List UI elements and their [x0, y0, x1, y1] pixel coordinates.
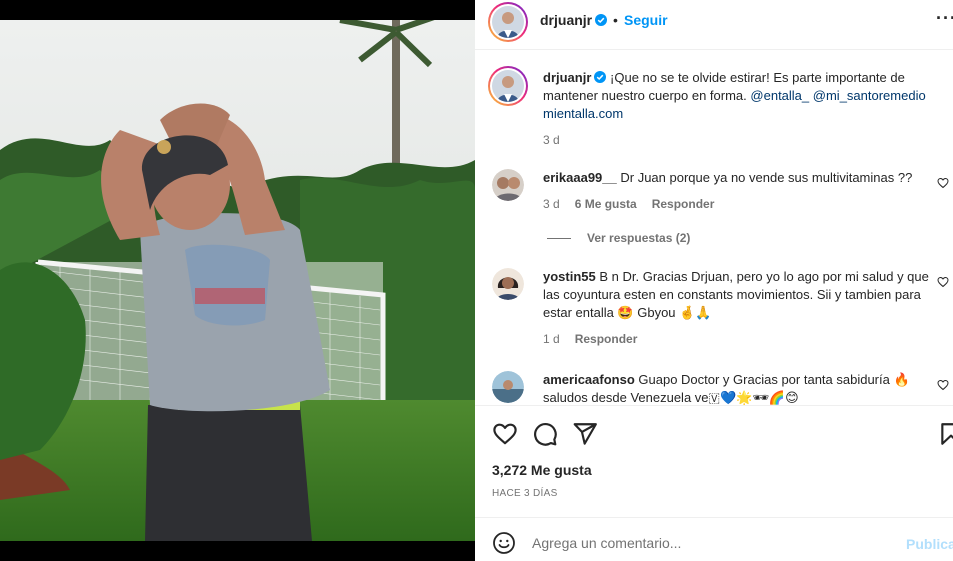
comment-likes[interactable]: 6 Me gusta [575, 197, 637, 211]
likes-count[interactable]: 3,272 Me gusta [492, 462, 592, 478]
share-icon[interactable] [572, 421, 598, 447]
post-date: HACE 3 DÍAS [492, 488, 558, 499]
author-username[interactable]: drjuanjr [540, 12, 608, 28]
commenter-avatar[interactable] [492, 371, 524, 403]
add-comment-bar: Publicar [475, 517, 953, 561]
comment-like-heart-icon[interactable] [937, 276, 949, 288]
post-image [0, 20, 475, 541]
comment-username[interactable]: erikaaa99__ [543, 170, 617, 185]
post-actions: 3,272 Me gusta HACE 3 DÍAS [475, 405, 953, 517]
comment-icon[interactable] [532, 421, 558, 447]
publish-button[interactable]: Publicar [906, 536, 953, 552]
comment-time: 1 d [543, 332, 560, 346]
comment-text: B n Dr. Gracias Drjuan, pero yo lo ago p… [543, 269, 929, 320]
post-photo[interactable] [0, 0, 475, 561]
commenter-avatar[interactable] [492, 268, 524, 300]
comment-like-heart-icon[interactable] [937, 177, 949, 189]
caption-web-link[interactable]: mientalla.com [543, 106, 623, 121]
author-avatar[interactable] [488, 2, 528, 42]
replies-divider-line [547, 238, 571, 240]
mention-link-entalla[interactable]: @entalla_ [750, 88, 809, 103]
comment-meta: 3 d 6 Me gusta Responder [543, 195, 938, 213]
emoji-icon[interactable] [492, 531, 516, 555]
comments-list[interactable]: drjuanjr ¡Que no se te olvide estirar! E… [475, 51, 953, 405]
comment-username[interactable]: americaafonso [543, 372, 635, 387]
more-options-icon[interactable]: ··· [936, 8, 953, 29]
bookmark-icon[interactable] [938, 421, 953, 447]
commenter-avatar[interactable] [492, 169, 524, 201]
view-replies-label[interactable]: Ver respuestas (2) [587, 231, 690, 245]
comment-text: Dr Juan porque ya no vende sus multivita… [620, 170, 913, 185]
verified-badge-icon [595, 14, 608, 26]
comment-input[interactable] [532, 528, 892, 558]
view-replies-button[interactable]: Ver respuestas (2) [547, 231, 690, 245]
comment-time: 3 d [543, 197, 560, 211]
reply-button[interactable]: Responder [575, 332, 638, 346]
separator-dot: • [613, 12, 618, 28]
caption-meta: 3 d [543, 131, 938, 149]
post-detail-panel: drjuanjr • Seguir ··· drjuanjr ¡Que no s… [475, 0, 953, 561]
caption-time: 3 d [543, 133, 560, 147]
verified-badge-icon [594, 71, 607, 83]
mention-link-santoremedio[interactable]: @mi_santoremedio [813, 88, 926, 103]
follow-button[interactable]: Seguir [624, 12, 668, 28]
caption-author-avatar[interactable] [488, 66, 528, 106]
heart-icon[interactable] [492, 421, 518, 447]
caption-username[interactable]: drjuanjr [543, 70, 591, 85]
comment-meta: 1 d Responder [543, 330, 938, 348]
comment-username[interactable]: yostin55 [543, 269, 596, 284]
post-header: drjuanjr • Seguir ··· [475, 0, 953, 50]
comment-like-heart-icon[interactable] [937, 379, 949, 391]
reply-button[interactable]: Responder [652, 197, 715, 211]
